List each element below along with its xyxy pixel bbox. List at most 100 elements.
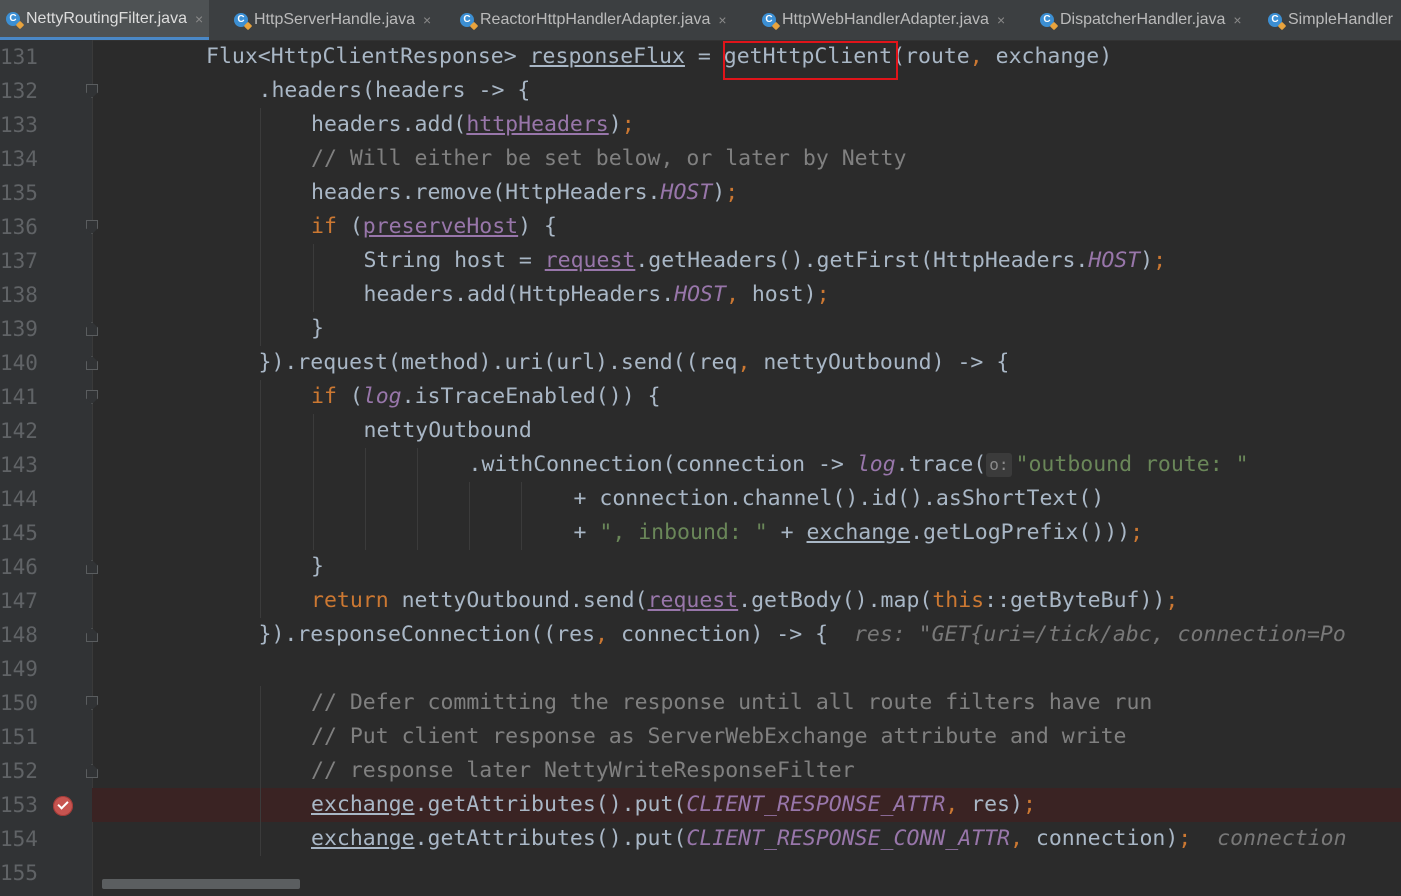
code-token: .getBody().map( xyxy=(738,588,933,613)
code-text: // Put client response as ServerWebExcha… xyxy=(311,720,1126,754)
code-text: if (log.isTraceEnabled()) { xyxy=(311,380,661,414)
code-line[interactable]: 134 // Will either be set below, or later… xyxy=(0,142,1401,176)
close-icon[interactable]: × xyxy=(1233,12,1241,28)
indent-guide xyxy=(260,380,261,414)
line-number: 132 xyxy=(0,79,38,103)
code-text: if (preserveHost) { xyxy=(311,210,557,244)
line-number: 144 xyxy=(0,487,38,511)
code-line[interactable]: 143 .withConnection(connection -> log.tra… xyxy=(0,448,1401,482)
code-line[interactable]: 132 .headers(headers -> { xyxy=(0,74,1401,108)
gutter-cell[interactable]: 144 xyxy=(0,482,92,516)
code-token: ; xyxy=(1130,520,1144,545)
tab-label: SimpleHandler xyxy=(1288,11,1393,28)
code-line[interactable]: 140}).request(method).uri(url).send((req… xyxy=(0,346,1401,380)
gutter-cell[interactable]: 140 xyxy=(0,346,92,380)
indent-guide xyxy=(417,448,418,482)
code-token: + connection.channel().id().asShortText(… xyxy=(573,486,1105,511)
code-token: , xyxy=(595,622,621,647)
code-line[interactable]: 137 String host = request.getHeaders().ge… xyxy=(0,244,1401,278)
code-line[interactable]: 154 exchange.getAttributes().put(CLIENT_R… xyxy=(0,822,1401,856)
code-token: ( xyxy=(349,214,363,239)
line-number: 151 xyxy=(0,725,38,749)
highlight-box xyxy=(723,41,898,80)
tab-label: ReactorHttpHandlerAdapter.java xyxy=(480,11,711,28)
code-token: httpHeaders xyxy=(466,112,609,137)
code-line[interactable]: 136 if (preserveHost) { xyxy=(0,210,1401,244)
gutter-cell[interactable]: 139 xyxy=(0,312,92,346)
line-number: 141 xyxy=(0,385,38,409)
gutter-cell[interactable]: 135 xyxy=(0,176,92,210)
gutter-cell[interactable]: 150 xyxy=(0,686,92,720)
code-line[interactable]: 142 nettyOutbound xyxy=(0,414,1401,448)
tab-httpserverhandle[interactable]: C HttpServerHandle.java × xyxy=(228,0,437,40)
gutter-cell[interactable]: 147 xyxy=(0,584,92,618)
code-line[interactable]: 141 if (log.isTraceEnabled()) { xyxy=(0,380,1401,414)
code-text: + connection.channel().id().asShortText(… xyxy=(574,482,1105,516)
horizontal-scrollbar-thumb[interactable] xyxy=(102,879,300,889)
gutter-cell[interactable]: 142 xyxy=(0,414,92,448)
code-line[interactable]: 149 xyxy=(0,652,1401,686)
code-line[interactable]: 153 exchange.getAttributes().put(CLIENT_R… xyxy=(0,788,1401,822)
gutter-cell[interactable]: 134 xyxy=(0,142,92,176)
code-token: // Defer committing the response until a… xyxy=(311,690,1153,715)
code-line[interactable]: 147 return nettyOutbound.send(request.get… xyxy=(0,584,1401,618)
code-token: } xyxy=(311,554,324,579)
indent-guide xyxy=(365,516,366,550)
code-line[interactable]: 133 headers.add(httpHeaders); xyxy=(0,108,1401,142)
code-line[interactable]: 148}).responseConnection((res, connectio… xyxy=(0,618,1401,652)
gutter-cell[interactable]: 154 xyxy=(0,822,92,856)
close-icon[interactable]: × xyxy=(195,11,203,27)
line-number: 136 xyxy=(0,215,38,239)
gutter-cell[interactable]: 131 xyxy=(0,40,92,74)
gutter-cell[interactable]: 141 xyxy=(0,380,92,414)
code-token: String host = xyxy=(363,248,545,273)
tab-dispatcherhandler[interactable]: C DispatcherHandler.java × xyxy=(1034,0,1248,40)
close-icon[interactable]: × xyxy=(718,12,726,28)
code-line[interactable]: 131 Flux<HttpClientResponse> responseFlux… xyxy=(0,40,1401,74)
code-line[interactable]: 138 headers.add(HttpHeaders.HOST, host); xyxy=(0,278,1401,312)
tab-nettyroutingfilter[interactable]: C NettyRoutingFilter.java × xyxy=(0,0,210,40)
code-line[interactable]: 144 + connection.channel().id().asShortTe… xyxy=(0,482,1401,516)
gutter-cell[interactable]: 149 xyxy=(0,652,92,686)
gutter-cell[interactable]: 153 xyxy=(0,788,92,822)
gutter-cell[interactable]: 146 xyxy=(0,550,92,584)
code-text: } xyxy=(311,550,324,584)
code-token: connection) -> { xyxy=(620,622,854,647)
close-icon[interactable]: × xyxy=(997,12,1005,28)
gutter-cell[interactable]: 152 xyxy=(0,754,92,788)
code-editor[interactable]: 131 Flux<HttpClientResponse> responseFlux… xyxy=(0,40,1401,896)
line-number: 131 xyxy=(0,45,38,69)
tab-reactorhttphandleradapter[interactable]: C ReactorHttpHandlerAdapter.java × xyxy=(454,0,733,40)
code-line[interactable]: 135 headers.remove(HttpHeaders.HOST); xyxy=(0,176,1401,210)
indent-guide xyxy=(260,176,261,210)
code-line[interactable]: 139} xyxy=(0,312,1401,346)
line-number: 154 xyxy=(0,827,38,851)
code-token: exchange xyxy=(806,520,911,545)
code-token: log xyxy=(362,384,402,409)
code-text: String host = request.getHeaders().getFi… xyxy=(364,244,1167,278)
gutter-cell[interactable]: 151 xyxy=(0,720,92,754)
indent-guide xyxy=(260,108,261,142)
code-line[interactable]: 146} xyxy=(0,550,1401,584)
gutter-cell[interactable]: 148 xyxy=(0,618,92,652)
java-class-icon: C xyxy=(460,13,474,27)
breakpoint-icon[interactable] xyxy=(53,796,73,816)
gutter-cell[interactable]: 155 xyxy=(0,856,92,890)
inline-debug-value: res: "GET{uri=/tick/abc, connection=Po xyxy=(853,622,1346,647)
gutter-cell[interactable]: 138 xyxy=(0,278,92,312)
tab-httpwebhandleradapter[interactable]: C HttpWebHandlerAdapter.java × xyxy=(756,0,1011,40)
gutter-cell[interactable]: 133 xyxy=(0,108,92,142)
gutter-cell[interactable]: 137 xyxy=(0,244,92,278)
gutter-cell[interactable]: 143 xyxy=(0,448,92,482)
close-icon[interactable]: × xyxy=(423,12,431,28)
code-line[interactable]: 152 // response later NettyWriteResponseF… xyxy=(0,754,1401,788)
code-line[interactable]: 150 // Defer committing the response unti… xyxy=(0,686,1401,720)
gutter-cell[interactable]: 145 xyxy=(0,516,92,550)
gutter-cell[interactable]: 132 xyxy=(0,74,92,108)
indent-guide xyxy=(260,516,261,550)
code-line[interactable]: 145 + ", inbound: " + exchange.getLogPref… xyxy=(0,516,1401,550)
tab-simplehandler[interactable]: C SimpleHandler xyxy=(1262,0,1399,40)
code-line[interactable]: 151 // Put client response as ServerWebEx… xyxy=(0,720,1401,754)
gutter-cell[interactable]: 136 xyxy=(0,210,92,244)
